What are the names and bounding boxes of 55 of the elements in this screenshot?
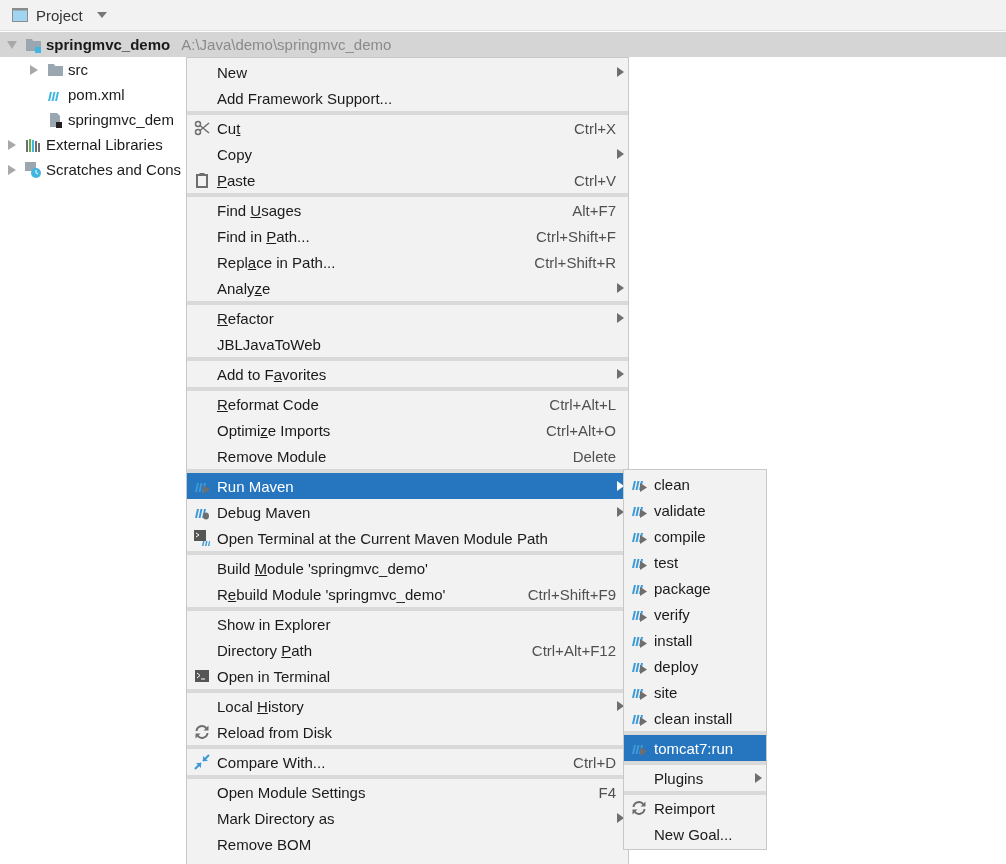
window-icon (12, 8, 28, 22)
libraries-icon (25, 136, 41, 153)
menu-item[interactable]: install (624, 627, 766, 653)
menu-item[interactable]: Remove Module Delete (187, 443, 628, 469)
menu-item[interactable]: New (187, 59, 628, 85)
menu-item[interactable]: Copy (187, 141, 628, 167)
panel-title[interactable]: Project (36, 6, 83, 24)
tree-item[interactable]: springmvc_dem (0, 107, 178, 132)
tree-item[interactable]: External Libraries (0, 132, 167, 157)
menu-item[interactable]: Reformat Code Ctrl+Alt+L (187, 391, 628, 417)
menu-item[interactable]: verify (624, 601, 766, 627)
file-icon (47, 111, 63, 128)
menu-item[interactable]: Analyze (187, 275, 628, 301)
expand-arrow-icon[interactable] (7, 139, 17, 150)
menu-item[interactable]: Paste Ctrl+V (187, 167, 628, 193)
menu-item[interactable]: Add Framework Support... (187, 85, 628, 111)
menu-item[interactable]: Find Usages Alt+F7 (187, 197, 628, 223)
reload-icon (631, 800, 647, 816)
tree-item[interactable]: Scratches and Cons (0, 157, 186, 182)
dropdown-caret-icon[interactable] (96, 12, 107, 18)
tree-item[interactable]: pom.xml (0, 82, 129, 107)
submenu-arrow-icon (755, 773, 762, 783)
submenu-arrow-icon (617, 507, 624, 517)
menu-item[interactable]: package (624, 575, 766, 601)
scratches-icon (25, 161, 41, 178)
collapse-arrow-icon[interactable] (7, 39, 17, 50)
submenu-arrow-icon (617, 149, 624, 159)
scissors-icon (194, 120, 210, 136)
menu-item[interactable]: Replace in Path... Ctrl+Shift+R (187, 249, 628, 275)
menu-item[interactable]: Add to Favorites (187, 361, 628, 387)
submenu-arrow-icon (617, 67, 624, 77)
menu-item[interactable]: test (624, 549, 766, 575)
menu-item[interactable]: Cut Ctrl+X (187, 115, 628, 141)
menu-item[interactable]: JBLJavaToWeb (187, 331, 628, 357)
menu-item[interactable]: tomcat7:run (624, 735, 766, 761)
tree-item[interactable]: springmvc_demo A:\Java\demo\springmvc_demo (0, 32, 1006, 57)
terminal-icon (194, 530, 210, 546)
submenu-arrow-icon (617, 313, 624, 323)
submenu-arrow-icon (617, 701, 624, 711)
tree-item[interactable]: src (0, 57, 92, 82)
submenu-arrow-icon (617, 813, 624, 823)
clipboard-icon (194, 172, 210, 188)
expand-arrow-icon[interactable] (29, 64, 39, 75)
folder-icon (47, 61, 63, 78)
expand-arrow-icon[interactable] (7, 164, 17, 175)
terminal-icon (194, 668, 210, 684)
menu-item[interactable]: Find in Path... Ctrl+Shift+F (187, 223, 628, 249)
submenu-arrow-icon (617, 369, 624, 379)
menu-item[interactable]: Optimize Imports Ctrl+Alt+O (187, 417, 628, 443)
module-folder-icon (25, 36, 41, 53)
reload-icon (194, 724, 210, 740)
menu-item[interactable]: Refactor (187, 305, 628, 331)
submenu-arrow-icon (617, 283, 624, 293)
submenu-arrow-icon (617, 481, 624, 491)
compare-icon (194, 754, 210, 770)
